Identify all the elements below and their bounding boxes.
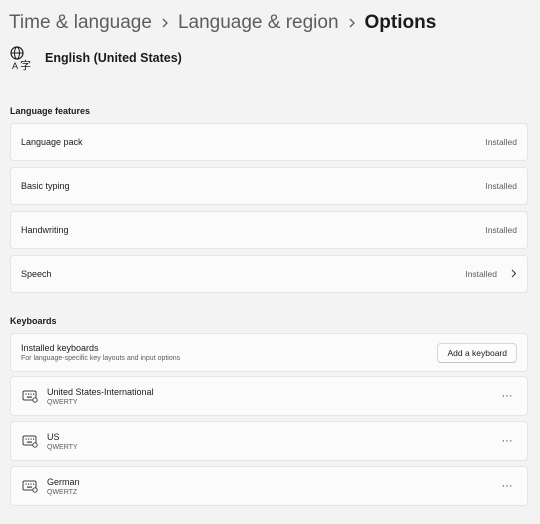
status-text: Installed <box>485 181 517 191</box>
keyboard-item: United States-International QWERTY ··· <box>10 376 528 416</box>
breadcrumb: Time & language Language & region Option… <box>9 10 436 36</box>
status-text: Installed <box>485 225 517 235</box>
keyboard-item-text: US QWERTY <box>47 432 78 451</box>
row-label: Speech <box>21 269 52 279</box>
row-label: Basic typing <box>21 181 70 191</box>
keyboard-icon <box>22 390 38 403</box>
breadcrumb-language-region[interactable]: Language & region <box>178 10 339 36</box>
add-keyboard-button[interactable]: Add a keyboard <box>437 342 517 363</box>
keyboard-name: United States-International <box>47 386 154 397</box>
keyboard-item: German QWERTZ ··· <box>10 466 528 506</box>
keyboard-icon <box>22 435 38 448</box>
keyboard-name: US <box>47 431 60 442</box>
keyboard-item-text: German QWERTZ <box>47 477 80 496</box>
keyboard-layout: QWERTY <box>47 443 78 451</box>
row-label: Handwriting <box>21 225 69 235</box>
keyboard-layout: QWERTZ <box>47 488 78 496</box>
keyboards-title: Keyboards <box>10 316 57 326</box>
more-options-button[interactable]: ··· <box>497 390 517 402</box>
more-options-button[interactable]: ··· <box>497 435 517 447</box>
chevron-right-icon <box>152 10 178 36</box>
handwriting-row: Handwriting Installed <box>10 211 528 249</box>
keyboard-name: German <box>47 476 80 487</box>
svg-text:A: A <box>12 61 18 71</box>
installed-keyboards-subtitle: For language-specific key layouts and in… <box>21 355 181 362</box>
chevron-right-icon <box>339 10 365 36</box>
chevron-right-icon <box>501 265 517 283</box>
row-label: Language pack <box>21 137 83 147</box>
language-header: A 字 English (United States) <box>9 45 182 71</box>
installed-keyboards-title: Installed keyboards <box>21 343 99 353</box>
keyboard-icon <box>22 480 38 493</box>
speech-row[interactable]: Speech Installed <box>10 255 528 293</box>
status-text: Installed <box>485 137 517 147</box>
keyboard-layout: QWERTY <box>47 398 78 406</box>
keyboard-item-text: United States-International QWERTY <box>47 387 154 406</box>
language-pack-row: Language pack Installed <box>10 123 528 161</box>
basic-typing-row: Basic typing Installed <box>10 167 528 205</box>
language-features-title: Language features <box>10 106 91 116</box>
more-options-button[interactable]: ··· <box>497 480 517 492</box>
breadcrumb-time-language[interactable]: Time & language <box>9 10 152 36</box>
status-text: Installed <box>465 269 497 279</box>
installed-keyboards-row: Installed keyboards For language-specifi… <box>10 333 528 372</box>
options-page: Time & language Language & region Option… <box>0 0 540 524</box>
language-name: English (United States) <box>45 51 182 65</box>
svg-text:字: 字 <box>20 58 31 71</box>
keyboard-item: US QWERTY ··· <box>10 421 528 461</box>
installed-keyboards-text: Installed keyboards For language-specifi… <box>21 343 180 362</box>
breadcrumb-options: Options <box>364 12 437 33</box>
language-icon: A 字 <box>10 46 31 71</box>
